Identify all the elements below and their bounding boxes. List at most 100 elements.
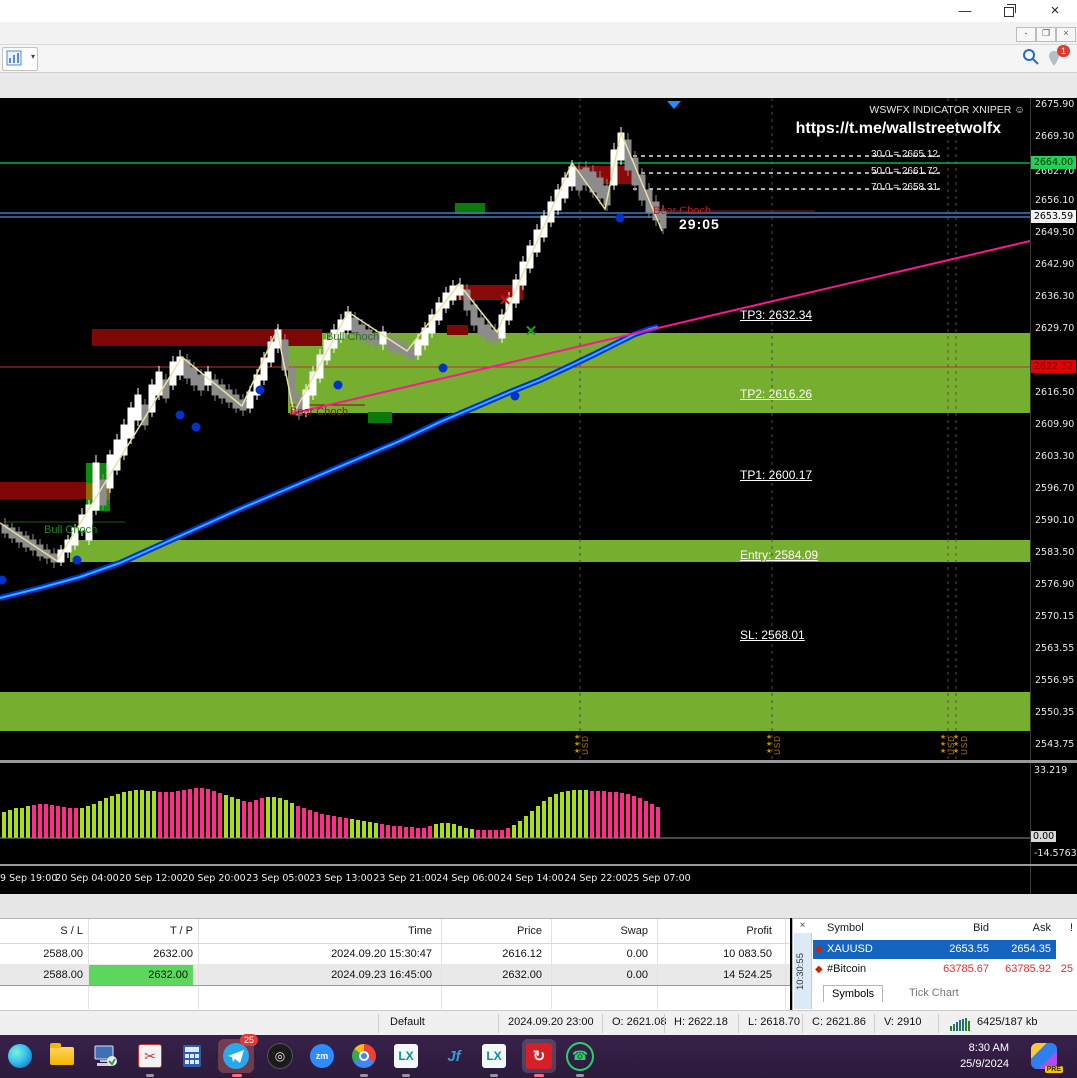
market-watch-tab-tick-chart[interactable]: Tick Chart <box>901 985 967 1001</box>
jf-app-icon[interactable]: Jf <box>440 1042 468 1070</box>
price-tick: 2543.75 <box>1035 739 1074 750</box>
minimize-button[interactable]: — <box>948 3 982 20</box>
price-tick: 2596.70 <box>1035 483 1074 494</box>
fib-level-50: 50.0 = 2661.72 <box>828 166 938 177</box>
bull-choch-label-2: Bull Choch <box>326 331 379 343</box>
orders-column-header[interactable]: Swap <box>620 925 648 943</box>
orders-cell-tp[interactable]: 2632.00 <box>89 965 193 985</box>
orders-cell-price[interactable]: 2632.00 <box>502 965 542 985</box>
symbol-arrow-icon: ◆ <box>815 940 823 959</box>
telegram-link-watermark: https://t.me/wallstreetwolfx <box>796 120 1001 138</box>
child-window-bar <box>0 22 1077 45</box>
orders-cell-price[interactable]: 2616.12 <box>502 944 542 964</box>
orders-cell-time[interactable]: 2024.09.20 15:30:47 <box>331 944 432 964</box>
price-tick: 2609.90 <box>1035 419 1074 430</box>
price-tick: 2603.30 <box>1035 451 1074 462</box>
restore-icon <box>1004 7 1014 17</box>
chart-area[interactable] <box>0 98 1077 894</box>
orders-column-header[interactable]: T / P <box>170 925 193 943</box>
market-watch-cell[interactable]: XAUUSD <box>827 940 927 959</box>
market-watch-header[interactable]: Ask <box>989 922 1051 934</box>
market-watch-panel[interactable]: × 10:30:55 SymbolBidAsk!◆XAUUSD2653.5526… <box>792 918 1077 1011</box>
edge-icon[interactable] <box>6 1042 34 1070</box>
telegram-icon[interactable]: 25 <box>218 1039 254 1073</box>
chrome-icon[interactable] <box>350 1042 378 1070</box>
clock-time: 8:30 AM <box>960 1040 1009 1056</box>
bull-choch-label-1: Bull Choch <box>44 524 97 536</box>
file-explorer-icon[interactable] <box>48 1042 76 1070</box>
price-tick: 2556.95 <box>1035 675 1074 686</box>
mt-red-app-icon[interactable]: ↻ <box>522 1039 556 1073</box>
orders-cell-profit[interactable]: 14 524.25 <box>723 965 772 985</box>
chart-icon <box>6 50 22 66</box>
market-watch-cell[interactable]: 2654.35 <box>989 940 1051 959</box>
obs-icon[interactable]: ◎ <box>266 1042 294 1070</box>
zoom-icon[interactable]: zm <box>308 1042 336 1070</box>
child-minimize-button[interactable]: - <box>1016 27 1036 42</box>
notification-pin-icon[interactable]: 1 <box>1046 48 1068 68</box>
status-low: L: 2618.70 <box>748 1016 800 1028</box>
orders-column-header[interactable]: Profit <box>746 925 772 943</box>
copilot-icon[interactable]: PRE <box>1031 1043 1057 1069</box>
price-tick: 2550.35 <box>1035 707 1074 718</box>
snipping-tool-icon[interactable]: ✂ <box>136 1042 164 1070</box>
restore-button[interactable] <box>992 3 1026 20</box>
symbol-arrow-icon: ◆ <box>815 960 823 979</box>
price-tick: 2675.90 <box>1035 99 1074 110</box>
telegram-badge: 25 <box>240 1034 258 1046</box>
status-volume: V: 2910 <box>884 1016 922 1028</box>
market-watch-cell[interactable]: 80 <box>1051 940 1073 959</box>
market-watch-close-button[interactable]: × <box>796 920 809 932</box>
price-tick: 2616.50 <box>1035 387 1074 398</box>
market-watch-cell[interactable]: #Bitcoin <box>827 960 927 979</box>
orders-cell-swap[interactable]: 0.00 <box>627 944 648 964</box>
orders-table[interactable]: S / L T / P Time Price Swap Profit 2588.00 2632… <box>0 918 790 1011</box>
time-tick-label: 24 Sep 22:00 <box>564 873 627 884</box>
close-button[interactable]: × <box>1038 3 1072 20</box>
price-tick: 2590.10 <box>1035 515 1074 526</box>
price-tick: 2576.90 <box>1035 579 1074 590</box>
orders-cell-sl[interactable]: 2588.00 <box>43 944 83 964</box>
bear-choch-label-1: Bear Choch <box>290 406 348 418</box>
market-watch-cell[interactable]: 2653.55 <box>927 940 989 959</box>
indicator-scale-zero: 0.00 <box>1031 831 1056 842</box>
orders-cell-profit[interactable]: 10 083.50 <box>723 944 772 964</box>
market-watch-header[interactable]: Symbol <box>827 922 927 934</box>
child-close-button[interactable]: × <box>1056 27 1076 42</box>
taskbar: ✂ 25 ◎ zm LX Jf LX <box>0 1035 1077 1078</box>
subwindow-separator-top[interactable] <box>0 760 1077 763</box>
lx-app-icon-2[interactable]: LX <box>480 1042 508 1070</box>
calculator-icon[interactable] <box>178 1042 206 1070</box>
orders-cell-time[interactable]: 2024.09.23 16:45:00 <box>331 965 432 985</box>
status-bar: Default 2024.09.20 23:00 O: 2621.08 H: 2… <box>0 1010 1077 1036</box>
market-watch-tab-symbols[interactable]: Symbols <box>823 985 883 1002</box>
subwindow-separator-bottom[interactable] <box>0 864 1077 866</box>
orders-column-header[interactable]: Price <box>517 925 542 943</box>
child-restore-button[interactable]: ❐ <box>1036 27 1056 42</box>
market-watch-header[interactable]: Bid <box>927 922 989 934</box>
price-badge: 2622.32 <box>1031 360 1076 373</box>
status-profile[interactable]: Default <box>390 1016 425 1028</box>
orders-column-header[interactable]: S / L <box>60 925 83 943</box>
clock-date: 25/9/2024 <box>960 1056 1009 1072</box>
market-watch-cell[interactable]: 63785.67 <box>927 960 989 979</box>
copilot-pre-badge: PRE <box>1045 1066 1063 1073</box>
search-icon[interactable] <box>1022 48 1040 71</box>
orders-cell-tp[interactable]: 2632.00 <box>153 944 193 964</box>
indicator-scale-min: -14.5763 <box>1034 848 1077 859</box>
remote-desktop-icon[interactable] <box>92 1042 120 1070</box>
connection-bars-icon <box>950 1017 972 1031</box>
price-tick: 2642.90 <box>1035 259 1074 270</box>
indicator-scale-max: 33.219 <box>1034 765 1067 776</box>
chart-type-button[interactable]: ▾ <box>2 47 38 71</box>
chevron-down-icon: ▾ <box>31 52 35 61</box>
orders-cell-swap[interactable]: 0.00 <box>627 965 648 985</box>
market-watch-header[interactable]: ! <box>1051 922 1073 934</box>
orders-column-header[interactable]: Time <box>408 925 432 943</box>
taskbar-clock[interactable]: 8:30 AM 25/9/2024 <box>960 1040 1009 1072</box>
orders-cell-sl[interactable]: 2588.00 <box>43 965 83 985</box>
lx-app-icon[interactable]: LX <box>392 1042 420 1070</box>
market-watch-cell[interactable]: 25 <box>1051 960 1073 979</box>
market-watch-cell[interactable]: 63785.92 <box>989 960 1051 979</box>
whatsapp-icon[interactable]: ☎ <box>566 1042 594 1070</box>
